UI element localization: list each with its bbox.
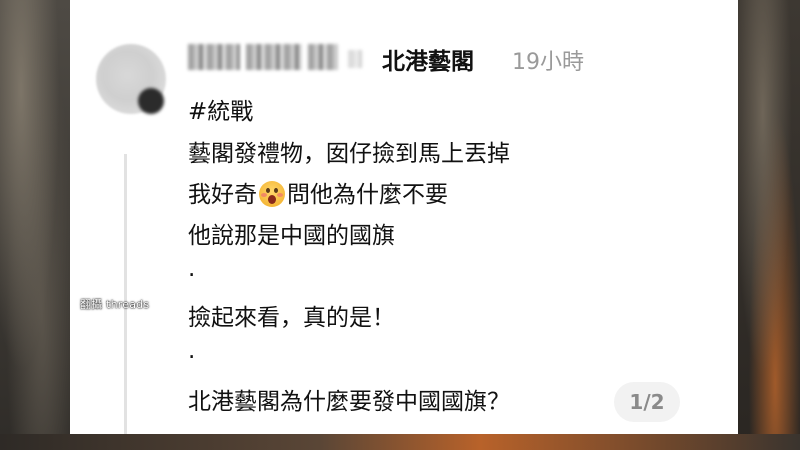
watermark: 翻攝 threads (80, 298, 150, 311)
post-hashtag[interactable]: #統戰 (188, 92, 253, 126)
post-text-segment: 問他為什麼不要 (287, 182, 448, 208)
blurred-username (246, 44, 302, 70)
thread-line (124, 154, 127, 434)
background-right (738, 0, 800, 450)
post-text-line: 他說那是中國的國旗 (188, 223, 395, 249)
author-name[interactable]: 北港藝閣 (382, 42, 474, 76)
post-text-line: 我好奇 問他為什麼不要 (188, 175, 448, 209)
post-text-line: 北港藝閣為什麼要發中國國旗？ (188, 389, 510, 415)
post-text-segment: 我好奇 (188, 182, 257, 208)
blurred-username (188, 44, 240, 70)
post-time: 19小時 (512, 50, 584, 75)
avatar-badge (138, 88, 164, 114)
astonished-face-icon (259, 181, 285, 207)
blurred-username (348, 50, 362, 68)
post-text-line: 藝閣發禮物，囡仔撿到馬上丟掉 (188, 141, 510, 167)
image-pager-badge[interactable]: 1/2 (614, 382, 680, 422)
blurred-username (308, 44, 338, 70)
post-text-line: 撿起來看，真的是！ (188, 305, 395, 331)
background-left (0, 0, 70, 450)
post-text-line: . (188, 256, 196, 282)
background-bottom (0, 434, 800, 450)
post-text-line: . (188, 338, 196, 364)
